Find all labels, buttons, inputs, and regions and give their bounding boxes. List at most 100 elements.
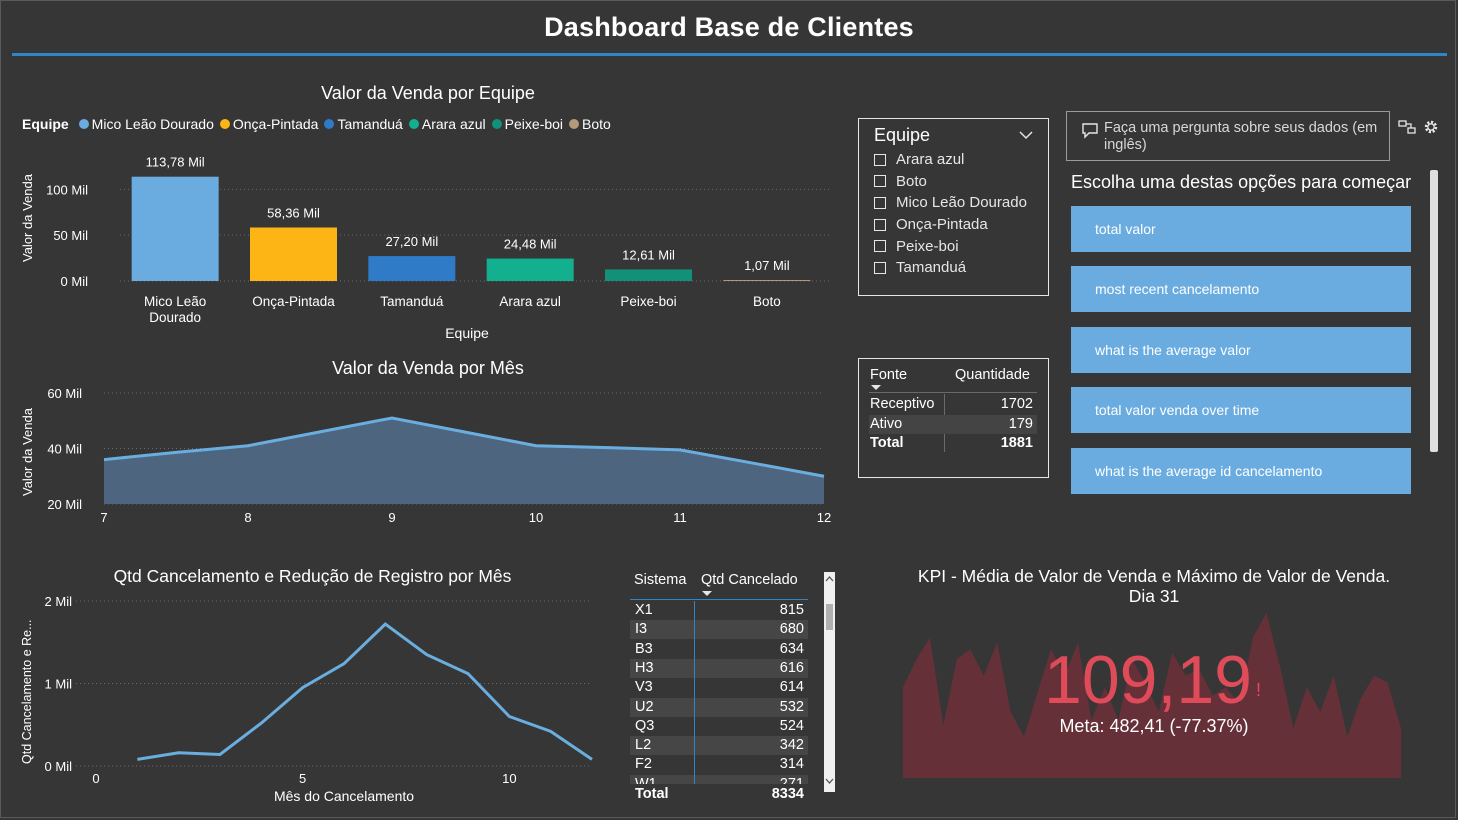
qtd-cell: 634	[779, 640, 804, 657]
y-tick-label: 60 Mil	[47, 386, 82, 401]
qtd-cell: 524	[779, 717, 804, 734]
sistema-column-divider	[694, 601, 695, 803]
bar-arara-azul	[486, 258, 574, 281]
x-tick-label: 9	[388, 510, 395, 525]
sort-desc-icon	[702, 591, 712, 596]
table-row: H3 616	[630, 658, 808, 679]
chat-icon	[1082, 123, 1098, 139]
quantidade-cell: 1881	[1000, 435, 1033, 451]
qna-scrollbar[interactable]	[1430, 170, 1438, 452]
sistema-cell: X1	[635, 602, 653, 618]
kpi-goal: Meta: 482,41 (-77.37%)	[1059, 716, 1249, 736]
qna-suggestion-total-valor-venda-over-time[interactable]: total valor venda over time	[1071, 387, 1411, 434]
checkbox[interactable]	[874, 196, 886, 209]
qna-suggestion-what-is-the-average-valor[interactable]: what is the average valor	[1071, 326, 1411, 373]
slicer-item-mico-leao-dourado[interactable]: Mico Leão Dourado	[874, 192, 1027, 214]
slicer-item-peixe-boi[interactable]: Peixe-boi	[874, 235, 1027, 257]
quantidade-cell: 179	[1008, 415, 1033, 432]
fonte-cell: Receptivo	[870, 396, 935, 412]
data-label: 58,36 Mil	[267, 206, 320, 221]
bar-chart-legend: Equipe Mico Leão Dourado Onça-Pintada Tama…	[22, 116, 617, 132]
table-row: Q3 524	[630, 717, 808, 736]
line-chart-title: Qtd Cancelamento e Redução de Registro p…	[113, 566, 512, 586]
legend-label: Arara azul	[421, 116, 486, 132]
y-tick-label: 40 Mil	[47, 442, 82, 457]
sistema-header[interactable]: Sistema	[634, 572, 686, 588]
area-chart: 20 Mil 40 Mil 60 Mil 7 8 9 10 11 12	[47, 386, 831, 525]
checkbox[interactable]	[874, 240, 886, 253]
table-row: V3 614	[630, 678, 808, 697]
slicer-item-boto[interactable]: Boto	[874, 171, 1027, 193]
legend-item-peixe-boi[interactable]: Peixe-boi	[491, 116, 563, 132]
slicer-item-label: Boto	[896, 172, 927, 190]
area-chart-title: Valor da Venda por Mês	[332, 358, 524, 378]
legend-marker	[408, 119, 419, 129]
qna-prompt: Escolha uma destas opções para começar	[1071, 172, 1412, 192]
y-tick-label: 20 Mil	[47, 497, 82, 512]
x-tick-label: 12	[817, 510, 831, 525]
y-tick-label: 0 Mil	[61, 274, 89, 289]
legend-label: Tamanduá	[337, 116, 403, 132]
checkbox[interactable]	[874, 218, 886, 231]
sistema-scrollbar[interactable]	[824, 572, 835, 792]
legend-label: Mico Leão Dourado	[91, 116, 214, 132]
line-chart: 0 Mil 1 Mil 2 Mil 0 5 10	[45, 594, 593, 786]
legend-marker	[219, 119, 230, 129]
table-row: B3 634	[630, 640, 808, 659]
fonte-header[interactable]: Fonte	[870, 367, 907, 383]
sistema-cell: V3	[635, 679, 653, 696]
legend-item-arara-azul[interactable]: Arara azul	[408, 116, 486, 132]
slicer-title: Equipe	[874, 125, 931, 145]
x-tick-label: Arara azul	[499, 294, 561, 309]
gear-icon[interactable]	[1422, 118, 1440, 136]
qna-suggestion-what-is-the-average-id-cancelamento[interactable]: what is the average id cancelamento	[1071, 447, 1411, 494]
slicer-item-label: Peixe-boi	[896, 237, 959, 255]
qtd-cell: 616	[779, 659, 804, 676]
checkbox[interactable]	[874, 261, 886, 274]
fonte-cell: Ativo	[870, 415, 903, 432]
scroll-up-icon[interactable]	[825, 575, 834, 583]
kpi-indicator: !	[1255, 680, 1261, 700]
scroll-thumb[interactable]	[826, 604, 833, 630]
fonte-rows: Receptivo 1702 Ativo 179 Total 1881	[869, 395, 1037, 454]
x-tick-label: Tamanduá	[380, 294, 444, 309]
x-tick-label: 10	[529, 510, 543, 525]
bar-tamandua	[368, 256, 456, 281]
qna-suggestion-total-valor[interactable]: total valor	[1071, 206, 1411, 252]
qna-suggestion-most-recent-cancelamento[interactable]: most recent cancelamento	[1071, 266, 1411, 313]
y-tick-label: 100 Mil	[46, 182, 88, 197]
equipe-slicer: Equipe Arara azul Boto Mico Leão Dourado On…	[858, 118, 1049, 296]
x-tick-label: 0	[92, 771, 99, 786]
share-icon[interactable]	[1398, 119, 1416, 135]
slicer-item-label: Arara azul	[896, 151, 965, 169]
legend-marker	[324, 119, 335, 129]
qtd-cancelado-header[interactable]: Qtd Cancelado	[701, 572, 798, 588]
x-tick-label: 7	[100, 510, 107, 525]
legend-item-tamandua[interactable]: Tamanduá	[324, 116, 403, 132]
quantidade-header[interactable]: Quantidade	[955, 367, 1030, 383]
slicer-item-onca-pintada[interactable]: Onça-Pintada	[874, 214, 1027, 236]
x-tick-label: Onça-Pintada	[252, 294, 335, 309]
slicer-item-tamandua[interactable]: Tamanduá	[874, 257, 1027, 279]
legend-item-mico-leao-dourado[interactable]: Mico Leão Dourado	[78, 116, 214, 132]
qtd-cell: 614	[779, 679, 804, 696]
legend-item-boto[interactable]: Boto	[569, 116, 611, 132]
sort-desc-icon	[871, 385, 881, 390]
sistema-total-label: Total	[635, 786, 669, 802]
table-row: L2 342	[630, 736, 808, 756]
y-tick-label: 50 Mil	[53, 228, 88, 243]
kpi-title-line1: KPI - Média de Valor de Venda e Máximo d…	[917, 566, 1391, 586]
bar-boto	[723, 280, 811, 282]
qna-input[interactable]: Faça uma pergunta sobre seus dados (em i…	[1066, 111, 1390, 161]
data-label: 27,20 Mil	[385, 234, 438, 249]
checkbox[interactable]	[874, 153, 886, 166]
scroll-down-icon[interactable]	[825, 777, 834, 785]
sistema-cell: F2	[635, 756, 652, 773]
legend-item-onca-pintada[interactable]: Onça-Pintada	[219, 116, 318, 132]
checkbox[interactable]	[874, 175, 886, 188]
chevron-down-icon[interactable]	[1019, 131, 1033, 140]
table-row: I3 680	[630, 620, 808, 640]
bar-chart-title: Valor da Venda por Equipe	[321, 83, 535, 103]
slicer-item-arara-azul[interactable]: Arara azul	[874, 149, 1027, 171]
table-row: X1 815	[630, 601, 808, 620]
